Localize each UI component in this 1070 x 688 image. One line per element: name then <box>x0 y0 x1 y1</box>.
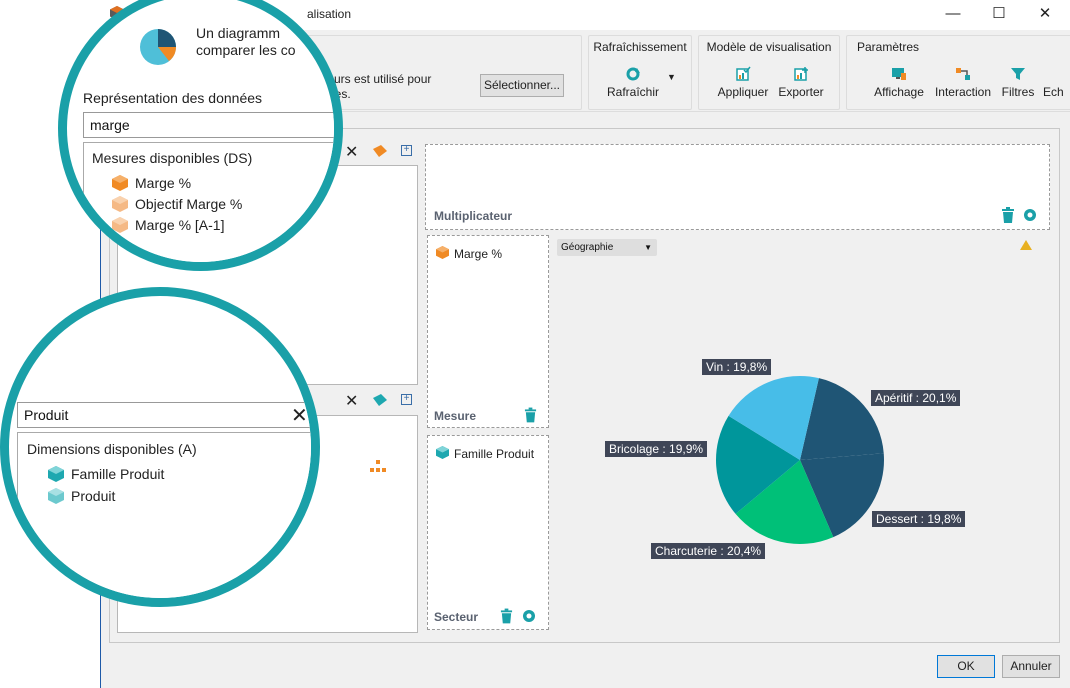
export-button[interactable]: Exporter <box>775 66 827 99</box>
measure-cube-icon <box>436 246 449 259</box>
dimensions-list-title: Dimensions disponibles (A) <box>27 441 197 457</box>
export-button-label: Exporter <box>778 85 824 99</box>
zoom-callout-measures: Un diagramm comparer les co Représentati… <box>58 0 343 271</box>
dimensions-list: Dimensions disponibles (A) Famille Produ… <box>17 432 311 598</box>
refresh-dropdown-icon[interactable]: ▼ <box>667 72 676 82</box>
filter-icon <box>1011 68 1025 80</box>
expand-dimensions-icon[interactable]: + <box>401 394 412 405</box>
refresh-group-title: Rafraîchissement <box>593 40 687 54</box>
measure-cube-light-icon <box>112 217 128 233</box>
refresh-button-label: Rafraîchir <box>606 85 659 99</box>
geography-dropdown-label: Géographie <box>561 242 614 253</box>
close-button[interactable]: ✕ <box>1022 0 1068 30</box>
chart-heading-line1: Un diagramm <box>196 25 281 41</box>
scale-button-label: Ech <box>1043 85 1064 99</box>
model-group: Modèle de visualisation Appliquer Export… <box>698 35 840 110</box>
refresh-group: Rafraîchissement Rafraîchir ▼ <box>588 35 692 110</box>
model-group-title: Modèle de visualisation <box>706 40 832 54</box>
measure-zone[interactable]: Marge % Mesure <box>427 235 549 428</box>
sector-settings-gear-icon[interactable] <box>521 608 537 624</box>
scale-button[interactable]: Ech <box>1043 66 1070 99</box>
measure-item[interactable]: Marge % <box>135 175 191 191</box>
multiplier-label: Multiplicateur <box>434 209 513 223</box>
expand-measures-icon[interactable]: + <box>401 145 412 156</box>
select-chart-button[interactable]: Sélectionner... <box>480 74 564 97</box>
dimension-cube-light-icon <box>48 488 64 504</box>
measures-list: Mesures disponibles (DS) Marge % Objecti… <box>83 142 334 262</box>
minimize-button[interactable]: — <box>930 0 976 30</box>
hierarchy-icon[interactable] <box>370 460 386 472</box>
filters-button[interactable]: Filtres <box>997 66 1039 99</box>
sector-trash-icon[interactable] <box>500 608 513 624</box>
multiplier-zone[interactable]: Multiplicateur <box>425 144 1050 230</box>
pie-label-bricolage: Bricolage : 19,9% <box>605 441 708 457</box>
measures-list-title: Mesures disponibles (DS) <box>92 150 253 166</box>
pie-label-charcuterie: Charcuterie : 20,4% <box>651 543 766 559</box>
dimension-cube-icon <box>48 466 64 482</box>
apply-icon <box>736 66 751 81</box>
apply-button-label: Appliquer <box>717 85 769 99</box>
data-representation-heading: Représentation des données <box>83 90 263 106</box>
sector-zone-item[interactable]: Famille Produit <box>454 447 534 461</box>
measure-cube-light-icon <box>112 196 128 212</box>
measure-cube-icon <box>112 175 128 191</box>
maximize-button[interactable]: ☐ <box>976 0 1022 30</box>
sector-cube-icon <box>436 446 449 459</box>
measure-filter-icon[interactable] <box>373 145 387 157</box>
refresh-button[interactable]: Rafraîchir <box>603 66 663 99</box>
filters-button-label: Filtres <box>1001 85 1035 99</box>
sector-zone[interactable]: Famille Produit Secteur <box>427 435 549 630</box>
measure-zone-item[interactable]: Marge % <box>454 247 502 261</box>
ok-button[interactable]: OK <box>937 655 995 678</box>
measure-trash-icon[interactable] <box>524 407 537 423</box>
export-icon <box>794 67 808 81</box>
warning-icon[interactable] <box>1020 240 1032 250</box>
chart-heading-line2: comparer les co <box>196 42 296 58</box>
clear-measure-search-icon[interactable]: ✕ <box>345 142 358 162</box>
dimension-filter-icon[interactable] <box>373 394 387 406</box>
measure-search-input[interactable]: marge <box>83 112 334 138</box>
interaction-button-label: Interaction <box>934 85 992 99</box>
measure-zone-label: Mesure <box>434 409 477 423</box>
dimension-search-input[interactable]: Produit <box>17 402 311 428</box>
dimension-item[interactable]: Famille Produit <box>71 466 164 482</box>
measure-item[interactable]: Marge % [A-1] <box>135 217 224 233</box>
pie-label-vin: Vin : 19,8% <box>702 359 772 375</box>
interaction-icon <box>956 68 970 80</box>
display-button[interactable]: Affichage <box>869 66 929 99</box>
pie-chart <box>716 376 884 544</box>
window-title-suffix: alisation <box>307 7 352 21</box>
zoom-callout-dimensions: Produit ✕ Dimensions disponibles (A) Fam… <box>0 287 320 607</box>
display-button-label: Affichage <box>874 85 924 99</box>
geography-dropdown[interactable]: Géographie ▼ <box>557 239 657 256</box>
clear-dimension-search-large-icon[interactable]: ✕ <box>291 403 308 428</box>
settings-group-title: Paramètres <box>857 40 920 54</box>
refresh-icon <box>626 67 640 81</box>
chevron-down-icon: ▼ <box>644 243 652 252</box>
pie-label-aperitif: Apéritif : 20,1% <box>871 390 961 406</box>
settings-group: Paramètres Affichage Interaction Filtres… <box>846 35 1070 110</box>
pie-chart-icon <box>140 29 176 65</box>
cancel-button[interactable]: Annuler <box>1002 655 1060 678</box>
multiplier-settings-gear-icon[interactable] <box>1022 207 1038 223</box>
measure-item[interactable]: Objectif Marge % <box>135 196 242 212</box>
clear-dimension-search-icon[interactable]: ✕ <box>345 391 358 411</box>
apply-button[interactable]: Appliquer <box>713 66 773 99</box>
interaction-button[interactable]: Interaction <box>933 66 993 99</box>
pie-label-dessert: Dessert : 19,8% <box>872 511 966 527</box>
sector-zone-label: Secteur <box>434 610 479 624</box>
display-icon <box>892 68 906 80</box>
dimension-item[interactable]: Produit <box>71 488 115 504</box>
multiplier-trash-icon[interactable] <box>1001 207 1015 223</box>
